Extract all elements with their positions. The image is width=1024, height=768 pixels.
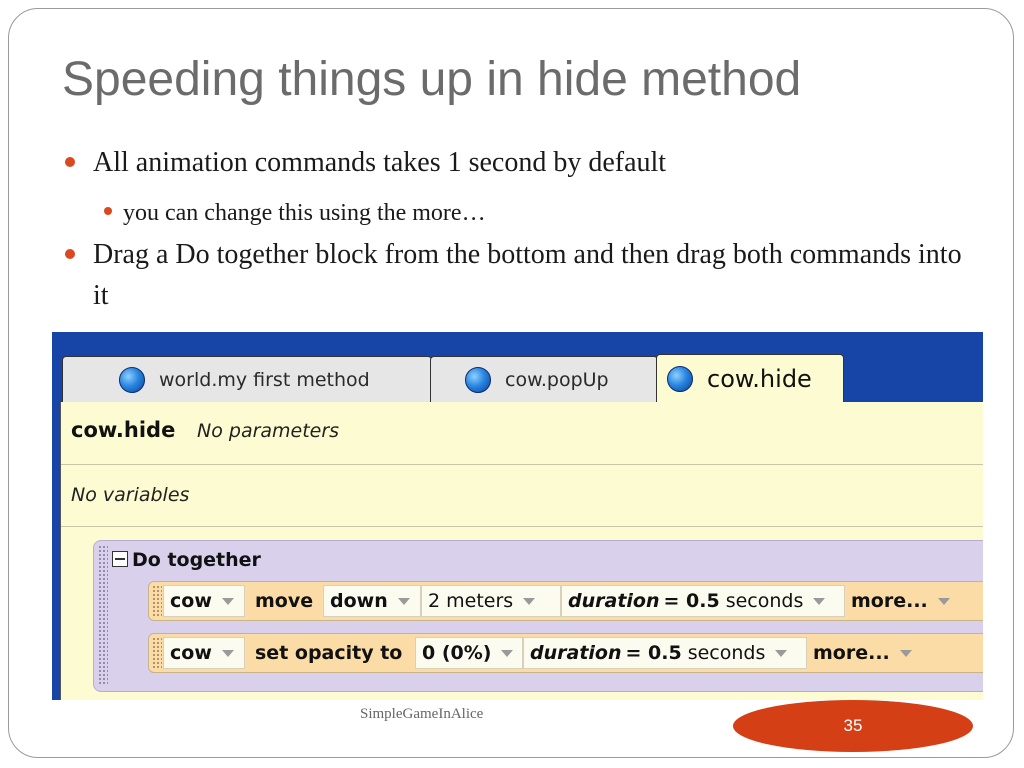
direction-value: down	[330, 590, 388, 612]
action-value: move	[255, 590, 314, 612]
do-together-block[interactable]: Do together cow move down 2 meters durat…	[93, 540, 983, 692]
duration-value: = 0.5	[663, 590, 720, 612]
direction-dropdown[interactable]: down	[323, 585, 421, 617]
more-dropdown[interactable]: more...	[807, 637, 917, 669]
object-dropdown[interactable]: cow	[163, 637, 245, 669]
tab-label: cow.popUp	[505, 368, 609, 391]
amount-value: 2 meters	[428, 590, 514, 612]
duration-unit: seconds	[725, 590, 804, 612]
object-dropdown[interactable]: cow	[163, 585, 245, 617]
slide-title: Speeding things up in hide method	[62, 53, 802, 106]
tab-label: world.my first method	[159, 368, 370, 391]
duration-value: = 0.5	[625, 642, 682, 664]
dropdown-arrow-icon	[523, 597, 536, 605]
dropdown-arrow-icon	[813, 597, 826, 605]
divider	[61, 526, 983, 527]
more-label: more...	[813, 642, 890, 664]
divider	[61, 464, 983, 465]
duration-label: duration	[568, 590, 660, 612]
dropdown-arrow-icon	[501, 649, 514, 657]
object-value: cow	[170, 642, 212, 664]
dropdown-arrow-icon	[397, 597, 410, 605]
tab-cow-hide[interactable]: cow.hide	[656, 354, 844, 402]
duration-dropdown[interactable]: duration = 0.5 seconds	[523, 637, 807, 669]
bullet-dot-icon	[65, 249, 75, 259]
method-variables: No variables	[71, 484, 190, 506]
tab-world-my-first-method[interactable]: world.my first method	[62, 356, 432, 402]
method-parameters: No parameters	[197, 420, 340, 442]
duration-unit: seconds	[687, 642, 766, 664]
move-command[interactable]: cow move down 2 meters duration = 0.5 se…	[148, 581, 983, 621]
more-dropdown[interactable]: more...	[845, 585, 955, 617]
dropdown-arrow-icon	[221, 649, 234, 657]
page-number: 35	[843, 716, 863, 735]
opacity-value: 0 (0%)	[422, 642, 492, 664]
collapse-icon[interactable]	[112, 551, 128, 567]
sub-bullet-1-text: you can change this using the more…	[123, 200, 486, 226]
blue-ball-icon	[667, 365, 693, 392]
tab-cow-popup[interactable]: cow.popUp	[430, 356, 658, 402]
bullet-2: Drag a Do together block from the bottom…	[65, 234, 973, 316]
bullet-2-text: Drag a Do together block from the bottom…	[93, 239, 962, 311]
action-value: set opacity to	[255, 642, 403, 664]
sub-bullet-1: you can change this using the more…	[104, 193, 486, 234]
alice-editor-screenshot: world.my first method cow.popUp cow.hide…	[52, 332, 983, 700]
blue-ball-icon	[465, 366, 491, 393]
dropdown-arrow-icon	[775, 649, 788, 657]
action-label: move	[249, 585, 323, 617]
drag-handle[interactable]	[98, 545, 108, 685]
page-number-badge: 35	[733, 700, 973, 752]
drag-handle[interactable]	[152, 585, 162, 617]
dropdown-arrow-icon	[937, 597, 950, 605]
method-editor-panel: cow.hide No parameters No variables Do t…	[60, 402, 983, 700]
bullet-1: All animation commands takes 1 second by…	[65, 142, 667, 183]
tab-label: cow.hide	[707, 364, 812, 393]
object-value: cow	[170, 590, 212, 612]
method-name: cow.hide	[71, 418, 176, 442]
do-together-label: Do together	[132, 549, 261, 571]
bullet-dot-icon	[104, 207, 112, 215]
opacity-dropdown[interactable]: 0 (0%)	[415, 637, 523, 669]
action-label: set opacity to	[249, 637, 415, 669]
dropdown-arrow-icon	[899, 649, 912, 657]
blue-ball-icon	[119, 366, 145, 393]
duration-dropdown[interactable]: duration = 0.5 seconds	[561, 585, 845, 617]
more-label: more...	[851, 590, 928, 612]
slide-footer: SimpleGameInAlice	[360, 706, 484, 722]
set-opacity-command[interactable]: cow set opacity to 0 (0%) duration = 0.5…	[148, 633, 983, 673]
dropdown-arrow-icon	[221, 597, 234, 605]
drag-handle[interactable]	[152, 637, 162, 669]
duration-label: duration	[530, 642, 622, 664]
bullet-dot-icon	[65, 157, 75, 167]
bullet-1-text: All animation commands takes 1 second by…	[93, 147, 667, 178]
amount-dropdown[interactable]: 2 meters	[421, 585, 561, 617]
